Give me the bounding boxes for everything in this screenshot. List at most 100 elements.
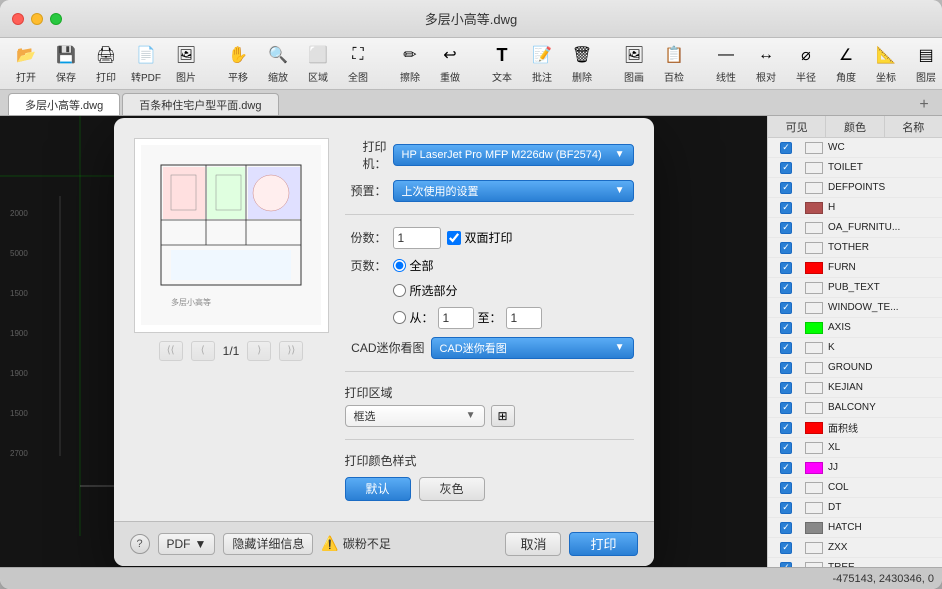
checkbox-6[interactable] — [780, 262, 792, 274]
pdf-button[interactable]: PDF ▼ — [158, 533, 216, 555]
pages-all-radio[interactable] — [393, 259, 406, 272]
checkbox-0[interactable] — [780, 142, 792, 154]
toolbar-note-btn[interactable]: 📝 批注 — [524, 39, 560, 88]
layer-visible-12[interactable] — [772, 382, 800, 394]
pages-selection-radio[interactable] — [393, 284, 406, 297]
layer-row-2[interactable]: DEFPOINTS — [768, 178, 942, 198]
layer-visible-8[interactable] — [772, 302, 800, 314]
layer-visible-1[interactable] — [772, 162, 800, 174]
layer-row-20[interactable]: ZXX — [768, 538, 942, 558]
pages-to-input[interactable] — [506, 307, 542, 329]
layer-row-10[interactable]: K — [768, 338, 942, 358]
layer-visible-17[interactable] — [772, 482, 800, 494]
layer-row-6[interactable]: FURN — [768, 258, 942, 278]
checkbox-8[interactable] — [780, 302, 792, 314]
toolbar-lineattr-btn[interactable]: — 线性 — [708, 39, 744, 88]
toolbar-delete-btn[interactable]: 🗑 删除 — [564, 39, 600, 88]
nav-prev-btn[interactable]: ⟨ — [191, 341, 215, 361]
layer-visible-4[interactable] — [772, 222, 800, 234]
minimize-button[interactable] — [31, 13, 43, 25]
checkbox-5[interactable] — [780, 242, 792, 254]
layer-visible-9[interactable] — [772, 322, 800, 334]
pages-range-radio[interactable] — [393, 311, 406, 324]
close-button[interactable] — [12, 13, 24, 25]
toolbar-pdf-btn[interactable]: 📄 转PDF — [128, 39, 164, 88]
toolbar-relative-btn[interactable]: ↔ 根对 — [748, 39, 784, 88]
nav-next-btn[interactable]: ⟩ — [247, 341, 271, 361]
color-gray-btn[interactable]: 灰色 — [419, 477, 485, 501]
layer-row-4[interactable]: OA_FURNITU... — [768, 218, 942, 238]
toolbar-print-btn[interactable]: 🖨 打印 — [88, 39, 124, 88]
toolbar-save-btn[interactable]: 💾 保存 — [48, 39, 84, 88]
layer-row-15[interactable]: XL — [768, 438, 942, 458]
layer-visible-18[interactable] — [772, 502, 800, 514]
checkbox-9[interactable] — [780, 322, 792, 334]
checkbox-11[interactable] — [780, 362, 792, 374]
print-area-icon-btn[interactable]: ⊞ — [491, 405, 515, 427]
layer-visible-5[interactable] — [772, 242, 800, 254]
layer-row-0[interactable]: WC — [768, 138, 942, 158]
layer-visible-16[interactable] — [772, 462, 800, 474]
checkbox-12[interactable] — [780, 382, 792, 394]
drawing-area[interactable]: 3700 3300 4500 3600 3900 19000 2000 5000… — [0, 116, 767, 567]
checkbox-19[interactable] — [780, 522, 792, 534]
layer-visible-15[interactable] — [772, 442, 800, 454]
color-default-btn[interactable]: 默认 — [345, 477, 411, 501]
toolbar-fullview-btn[interactable]: ⛶ 全图 — [340, 39, 376, 88]
tab-file2[interactable]: 百条种住宅户型平面.dwg — [122, 93, 278, 115]
nav-last-btn[interactable]: ⟩⟩ — [279, 341, 303, 361]
toolbar-scale-btn[interactable]: 📐 坐标 — [868, 39, 904, 88]
toolbar-halfview-btn[interactable]: ⌀ 半径 — [788, 39, 824, 88]
toolbar-erase-btn[interactable]: ✏ 擦除 — [392, 39, 428, 88]
toolbar-comment-btn[interactable]: 📋 百检 — [656, 39, 692, 88]
cad-mini-select[interactable]: CAD迷你看图 ▼ — [431, 337, 634, 359]
checkbox-15[interactable] — [780, 442, 792, 454]
layer-visible-6[interactable] — [772, 262, 800, 274]
checkbox-2[interactable] — [780, 182, 792, 194]
checkbox-3[interactable] — [780, 202, 792, 214]
tab-add-button[interactable]: + — [914, 95, 934, 115]
layer-visible-0[interactable] — [772, 142, 800, 154]
toolbar-flatten-btn[interactable]: ✋ 平移 — [220, 39, 256, 88]
checkbox-1[interactable] — [780, 162, 792, 174]
nav-first-btn[interactable]: ⟨⟨ — [159, 341, 183, 361]
checkbox-10[interactable] — [780, 342, 792, 354]
checkbox-16[interactable] — [780, 462, 792, 474]
layer-row-18[interactable]: DT — [768, 498, 942, 518]
layer-row-3[interactable]: H — [768, 198, 942, 218]
layer-visible-2[interactable] — [772, 182, 800, 194]
copies-input[interactable] — [393, 227, 441, 249]
duplex-checkbox[interactable] — [447, 231, 461, 245]
help-button[interactable]: ? — [130, 534, 150, 554]
layer-row-11[interactable]: GROUND — [768, 358, 942, 378]
toolbar-text-btn[interactable]: T 文本 — [484, 39, 520, 88]
checkbox-18[interactable] — [780, 502, 792, 514]
layer-visible-19[interactable] — [772, 522, 800, 534]
hide-details-button[interactable]: 隐藏详细信息 — [223, 533, 313, 555]
layer-row-9[interactable]: AXIS — [768, 318, 942, 338]
toolbar-region-btn[interactable]: ⬜ 区域 — [300, 39, 336, 88]
layer-row-7[interactable]: PUB_TEXT — [768, 278, 942, 298]
toolbar-open-btn[interactable]: 📂 打开 — [8, 39, 44, 88]
layer-visible-20[interactable] — [772, 542, 800, 554]
layer-visible-3[interactable] — [772, 202, 800, 214]
layer-visible-14[interactable] — [772, 422, 800, 434]
toolbar-layers-btn[interactable]: ▤ 图层 — [908, 39, 942, 88]
layer-visible-11[interactable] — [772, 362, 800, 374]
checkbox-4[interactable] — [780, 222, 792, 234]
cancel-button[interactable]: 取消 — [505, 532, 561, 556]
layer-row-14[interactable]: 面积线 — [768, 418, 942, 438]
layer-row-1[interactable]: TOILET — [768, 158, 942, 178]
toolbar-image-btn[interactable]: 🖼 图片 — [168, 39, 204, 88]
checkbox-13[interactable] — [780, 402, 792, 414]
layer-row-5[interactable]: TOTHER — [768, 238, 942, 258]
toolbar-zoom-btn[interactable]: 🔍 缩放 — [260, 39, 296, 88]
layer-visible-7[interactable] — [772, 282, 800, 294]
layer-row-12[interactable]: KEJIAN — [768, 378, 942, 398]
checkbox-14[interactable] — [780, 422, 792, 434]
layer-row-17[interactable]: COL — [768, 478, 942, 498]
layer-row-13[interactable]: BALCONY — [768, 398, 942, 418]
print-area-select[interactable]: 框选 ▼ — [345, 405, 485, 427]
preset-select[interactable]: 上次使用的设置 ▼ — [393, 180, 634, 202]
toolbar-angle-btn[interactable]: ∠ 角度 — [828, 39, 864, 88]
